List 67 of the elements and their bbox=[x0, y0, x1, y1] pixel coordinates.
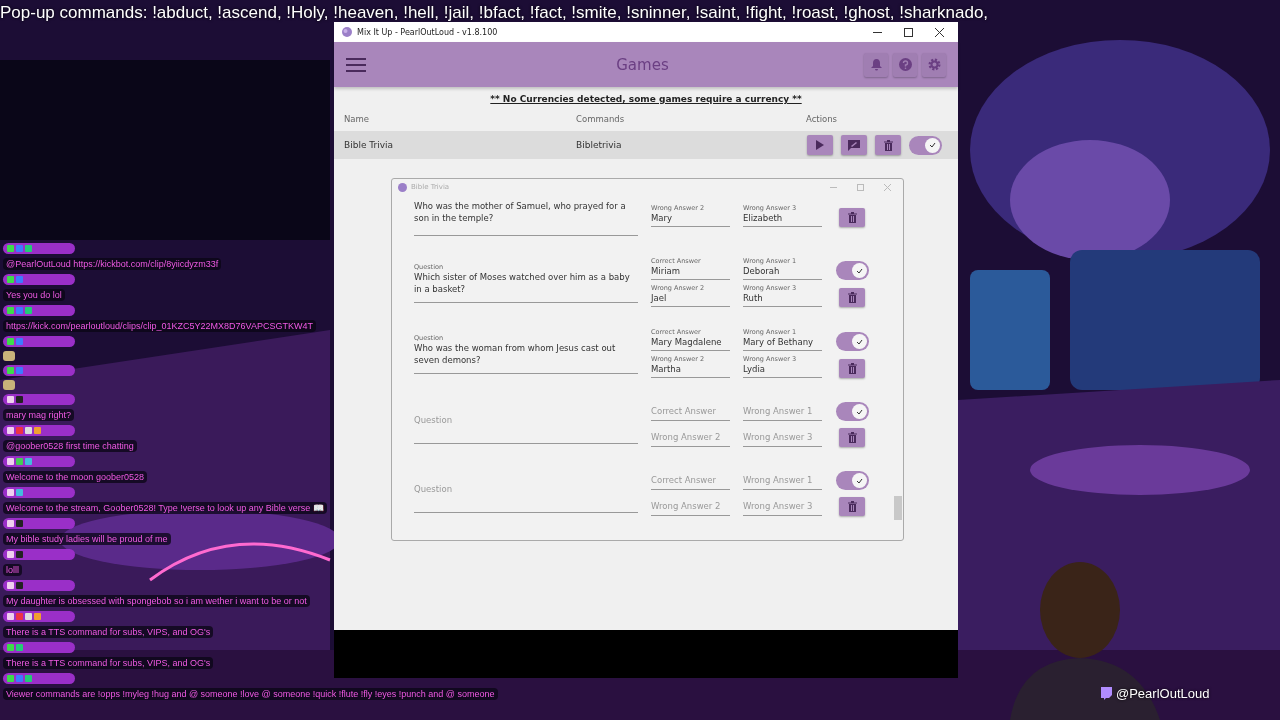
currency-notice: ** No Currencies detected, some games require a currency ** bbox=[489, 94, 803, 104]
check-icon bbox=[855, 267, 863, 274]
chat-message: My bible study ladies will be proud of me bbox=[3, 533, 171, 545]
ticker-text: Pop-up commands: !abduct, !ascend, !Holy, !heaven, !hell, !jail, !bfact, !fact, !smite, !sninner, !saint, !fight, !roast, !ghost, !sharknado, bbox=[0, 3, 989, 23]
check-icon bbox=[855, 338, 863, 345]
chat-message: https://kick.com/pearloutloud/clips/clip_01KZC5Y22MX8D76VAPCSGTKW4T bbox=[3, 320, 316, 332]
toggle-switch[interactable] bbox=[835, 471, 869, 490]
chat-message: Viewer commands are !opps !myleg !hug and @ someone !love @ someone !quick !flute !fly !eyes !punch and @ someone bbox=[3, 688, 498, 700]
check-icon bbox=[855, 408, 863, 415]
play-button[interactable] bbox=[807, 135, 833, 155]
question-field[interactable]: Who was the mother of Samuel, who prayed for a son in the temple? bbox=[414, 195, 638, 236]
emote-icon bbox=[3, 380, 15, 390]
help-icon bbox=[898, 58, 912, 71]
chat-message: @goober0528 first time chatting bbox=[3, 440, 137, 452]
chat-message: Yes you do lol bbox=[3, 289, 65, 301]
delete-button[interactable] bbox=[839, 497, 865, 516]
trash-icon bbox=[847, 292, 857, 303]
delete-button[interactable] bbox=[839, 359, 865, 378]
scrollbar-thumb[interactable] bbox=[894, 496, 902, 520]
column-header: Commands bbox=[576, 114, 626, 124]
check-icon bbox=[929, 142, 936, 148]
toggle-switch[interactable] bbox=[909, 135, 942, 155]
check-icon bbox=[855, 477, 863, 484]
play-icon bbox=[816, 140, 824, 150]
app-logo-icon bbox=[398, 182, 407, 192]
chat-message: lolll bbox=[3, 564, 22, 576]
column-header: Actions bbox=[806, 114, 839, 124]
chat-message: @PearlOutLoud https://kickbot.com/clip/8yiicdyzm33f bbox=[3, 258, 222, 270]
menu-icon[interactable] bbox=[346, 57, 366, 72]
trash-icon bbox=[847, 501, 857, 512]
delete-button[interactable] bbox=[839, 288, 865, 307]
delete-button[interactable] bbox=[875, 135, 901, 155]
help-button[interactable] bbox=[893, 52, 917, 77]
page-title: Games bbox=[615, 55, 670, 74]
settings-button[interactable] bbox=[922, 52, 946, 77]
streamer-handle: @PearlOutLoud bbox=[1116, 686, 1210, 701]
chat-edit-icon bbox=[848, 139, 860, 151]
toggle-switch[interactable] bbox=[835, 402, 869, 421]
notifications-button[interactable] bbox=[864, 52, 888, 77]
window-title: Mix It Up - PearlOutLoud - v1.8.100 bbox=[357, 27, 498, 37]
toggle-switch[interactable] bbox=[835, 332, 869, 351]
chat-message: There is a TTS command for subs, VIPS, and OG's bbox=[3, 626, 214, 638]
trash-icon bbox=[847, 212, 857, 223]
maximize-icon[interactable] bbox=[904, 27, 913, 37]
trash-icon bbox=[847, 363, 857, 374]
chat-message: mary mag right? bbox=[3, 409, 75, 421]
trash-icon bbox=[883, 139, 893, 151]
game-name: Bible Trivia bbox=[344, 140, 394, 150]
delete-button[interactable] bbox=[839, 428, 865, 447]
gear-icon bbox=[927, 58, 941, 71]
chat-bubble-icon bbox=[1100, 687, 1112, 700]
chat-message: My daughter is obsessed with spongebob so i am wether i want to be or not bbox=[3, 595, 310, 607]
emote-icon bbox=[3, 351, 15, 361]
edit-button[interactable] bbox=[841, 135, 867, 155]
chat-message: Welcome to the moon goober0528 bbox=[3, 471, 147, 483]
delete-button[interactable] bbox=[839, 208, 865, 227]
trash-icon bbox=[847, 432, 857, 443]
chat-message: Welcome to the stream, Goober0528! Type !verse to look up any Bible verse 📖 bbox=[3, 502, 327, 514]
chat-message: There is a TTS command for subs, VIPS, and OG's bbox=[3, 657, 214, 669]
toggle-switch[interactable] bbox=[835, 261, 869, 280]
game-command: Bibletrivia bbox=[576, 140, 623, 150]
minimize-icon[interactable] bbox=[873, 31, 882, 33]
game-row[interactable]: Bible Trivia Bibletrivia bbox=[334, 131, 958, 159]
app-logo-icon bbox=[342, 27, 352, 37]
bell-icon bbox=[870, 58, 882, 71]
close-icon[interactable] bbox=[935, 27, 944, 37]
column-header: Name bbox=[344, 114, 371, 124]
